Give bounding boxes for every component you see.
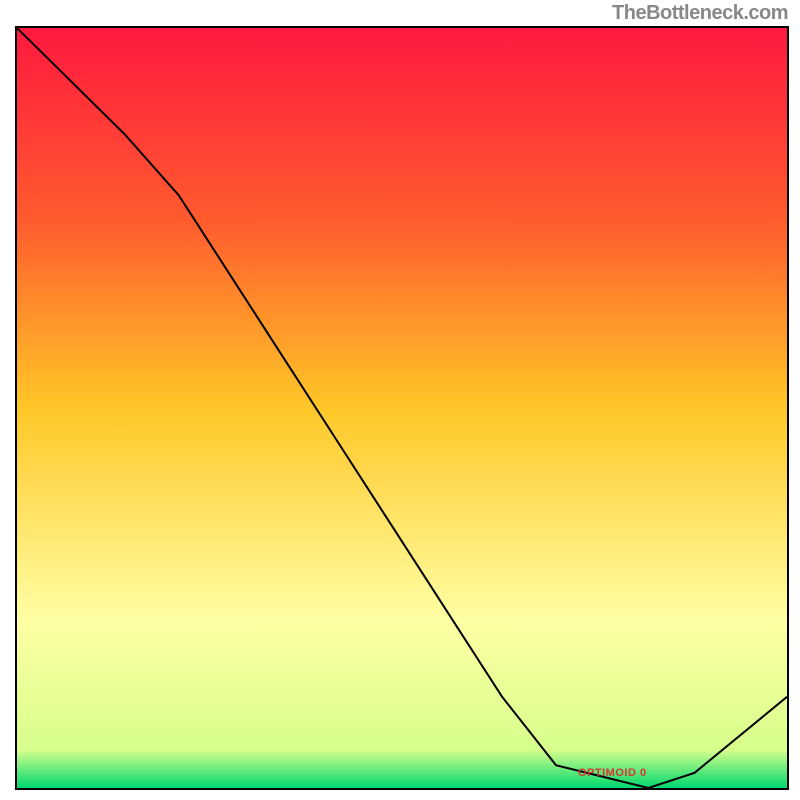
chart-svg [17, 28, 787, 788]
plot-area: OPTIMOID 0 [15, 26, 789, 790]
optimum-annotation: OPTIMOID 0 [578, 767, 647, 779]
watermark-text: TheBottleneck.com [612, 2, 788, 25]
chart-container: TheBottleneck.com OPTIMOID 0 [0, 0, 800, 800]
